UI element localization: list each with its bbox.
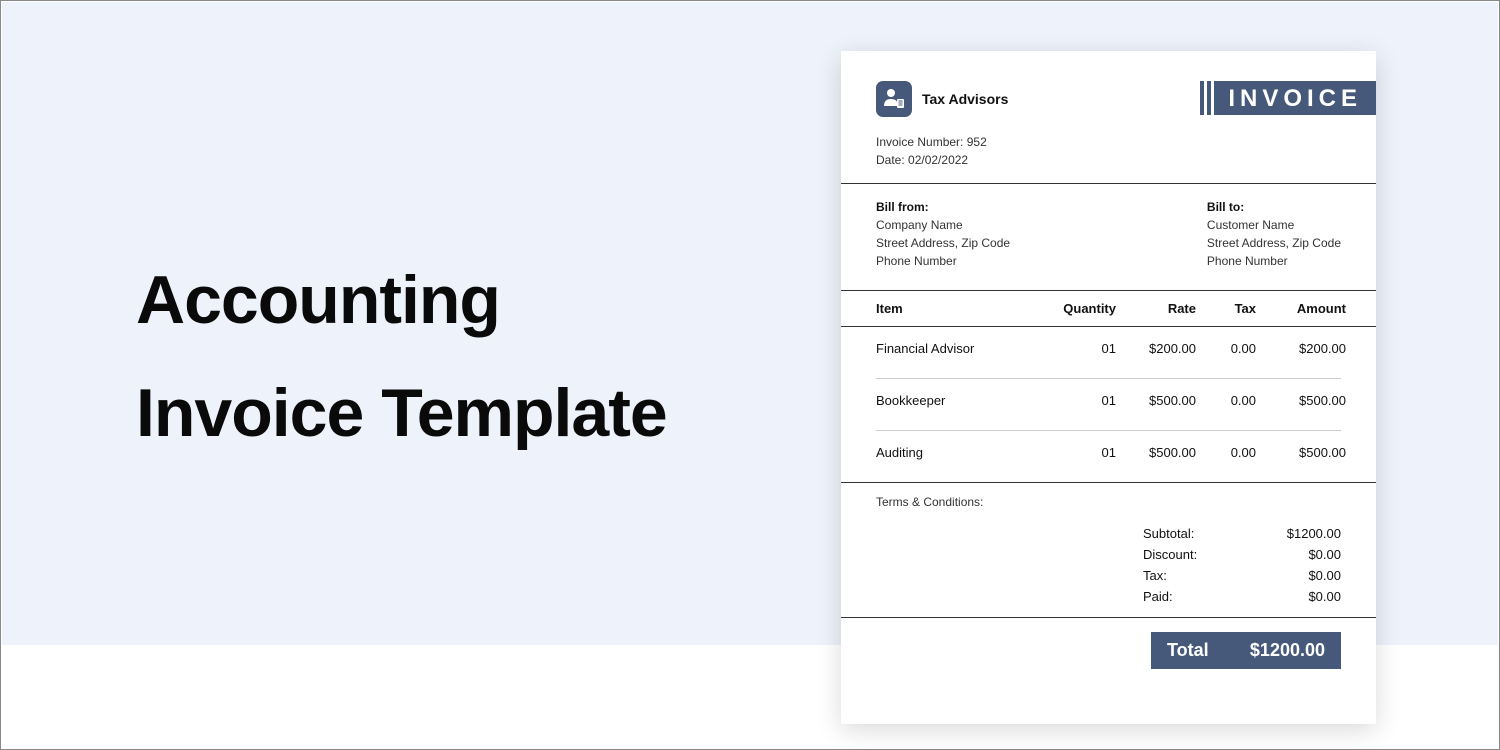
col-amount: Amount bbox=[1256, 301, 1346, 316]
brand-block: Tax Advisors bbox=[876, 81, 1008, 117]
invoice-header: Tax Advisors INVOICE bbox=[841, 51, 1376, 131]
cell-item: Financial Advisor bbox=[876, 341, 1036, 356]
cell-tax: 0.00 bbox=[1196, 341, 1256, 356]
divider bbox=[841, 617, 1376, 618]
tax-label: Tax: bbox=[1143, 568, 1213, 583]
invoice-meta: Invoice Number: 952 Date: 02/02/2022 bbox=[841, 135, 1376, 183]
cell-amount: $500.00 bbox=[1256, 445, 1346, 460]
paid-row: Paid: $0.00 bbox=[876, 586, 1341, 607]
bill-to-address: Street Address, Zip Code bbox=[1207, 236, 1341, 250]
cell-item: Bookkeeper bbox=[876, 393, 1036, 408]
invoice-date-value: 02/02/2022 bbox=[908, 153, 968, 167]
cell-item: Auditing bbox=[876, 445, 1036, 460]
cell-quantity: 01 bbox=[1036, 393, 1116, 408]
tax-value: $0.00 bbox=[1271, 568, 1341, 583]
invoice-date-label: Date: bbox=[876, 153, 905, 167]
invoice-banner: INVOICE bbox=[1200, 81, 1376, 115]
invoice-number-label: Invoice Number: bbox=[876, 135, 963, 149]
advisor-icon bbox=[876, 81, 912, 117]
cell-rate: $500.00 bbox=[1116, 393, 1196, 408]
cell-tax: 0.00 bbox=[1196, 445, 1256, 460]
col-quantity: Quantity bbox=[1036, 301, 1116, 316]
totals-block: Subtotal: $1200.00 Discount: $0.00 Tax: … bbox=[841, 515, 1376, 607]
cell-amount: $500.00 bbox=[1256, 393, 1346, 408]
bill-from-address: Street Address, Zip Code bbox=[876, 236, 1010, 250]
table-row: Financial Advisor 01 $200.00 0.00 $200.0… bbox=[841, 327, 1376, 378]
brand-name: Tax Advisors bbox=[922, 91, 1008, 107]
subtotal-label: Subtotal: bbox=[1143, 526, 1213, 541]
line-items-table: Item Quantity Rate Tax Amount Financial … bbox=[841, 290, 1376, 482]
bill-to-label: Bill to: bbox=[1207, 200, 1341, 214]
bill-from-name: Company Name bbox=[876, 218, 1010, 232]
paid-value: $0.00 bbox=[1271, 589, 1341, 604]
banner-bar-1 bbox=[1200, 81, 1204, 115]
discount-value: $0.00 bbox=[1271, 547, 1341, 562]
invoice-number-value: 952 bbox=[967, 135, 987, 149]
invoice-number-row: Invoice Number: 952 bbox=[876, 135, 1341, 149]
col-tax: Tax bbox=[1196, 301, 1256, 316]
cell-quantity: 01 bbox=[1036, 445, 1116, 460]
bill-to-name: Customer Name bbox=[1207, 218, 1341, 232]
title-line-2: Invoice Template bbox=[136, 369, 667, 457]
bill-from-block: Bill from: Company Name Street Address, … bbox=[876, 200, 1010, 272]
banner-label: INVOICE bbox=[1214, 81, 1376, 115]
table-header: Item Quantity Rate Tax Amount bbox=[841, 290, 1376, 327]
paid-label: Paid: bbox=[1143, 589, 1213, 604]
bill-to-block: Bill to: Customer Name Street Address, Z… bbox=[1207, 200, 1341, 272]
subtotal-value: $1200.00 bbox=[1271, 526, 1341, 541]
title-line-1: Accounting bbox=[136, 256, 667, 344]
template-canvas: Accounting Invoice Template Tax Advisors bbox=[0, 0, 1500, 750]
cell-rate: $200.00 bbox=[1116, 341, 1196, 356]
grand-total-label: Total bbox=[1167, 640, 1209, 661]
terms-label: Terms & Conditions: bbox=[841, 483, 1376, 515]
banner-bar-2 bbox=[1207, 81, 1211, 115]
invoice-document: Tax Advisors INVOICE Invoice Number: 952… bbox=[841, 51, 1376, 724]
cell-quantity: 01 bbox=[1036, 341, 1116, 356]
cell-tax: 0.00 bbox=[1196, 393, 1256, 408]
page-title: Accounting Invoice Template bbox=[136, 256, 667, 458]
col-rate: Rate bbox=[1116, 301, 1196, 316]
discount-row: Discount: $0.00 bbox=[876, 544, 1341, 565]
bill-to-phone: Phone Number bbox=[1207, 254, 1341, 268]
invoice-date-row: Date: 02/02/2022 bbox=[876, 153, 1341, 167]
col-item: Item bbox=[876, 301, 1036, 316]
subtotal-row: Subtotal: $1200.00 bbox=[876, 523, 1341, 544]
table-row: Bookkeeper 01 $500.00 0.00 $500.00 bbox=[841, 379, 1376, 430]
tax-row: Tax: $0.00 bbox=[876, 565, 1341, 586]
table-row: Auditing 01 $500.00 0.00 $500.00 bbox=[841, 431, 1376, 482]
grand-total-badge: Total $1200.00 bbox=[1151, 632, 1341, 669]
bill-from-phone: Phone Number bbox=[876, 254, 1010, 268]
grand-total-value: $1200.00 bbox=[1250, 640, 1325, 661]
billing-section: Bill from: Company Name Street Address, … bbox=[841, 184, 1376, 290]
cell-amount: $200.00 bbox=[1256, 341, 1346, 356]
discount-label: Discount: bbox=[1143, 547, 1213, 562]
cell-rate: $500.00 bbox=[1116, 445, 1196, 460]
bill-from-label: Bill from: bbox=[876, 200, 1010, 214]
